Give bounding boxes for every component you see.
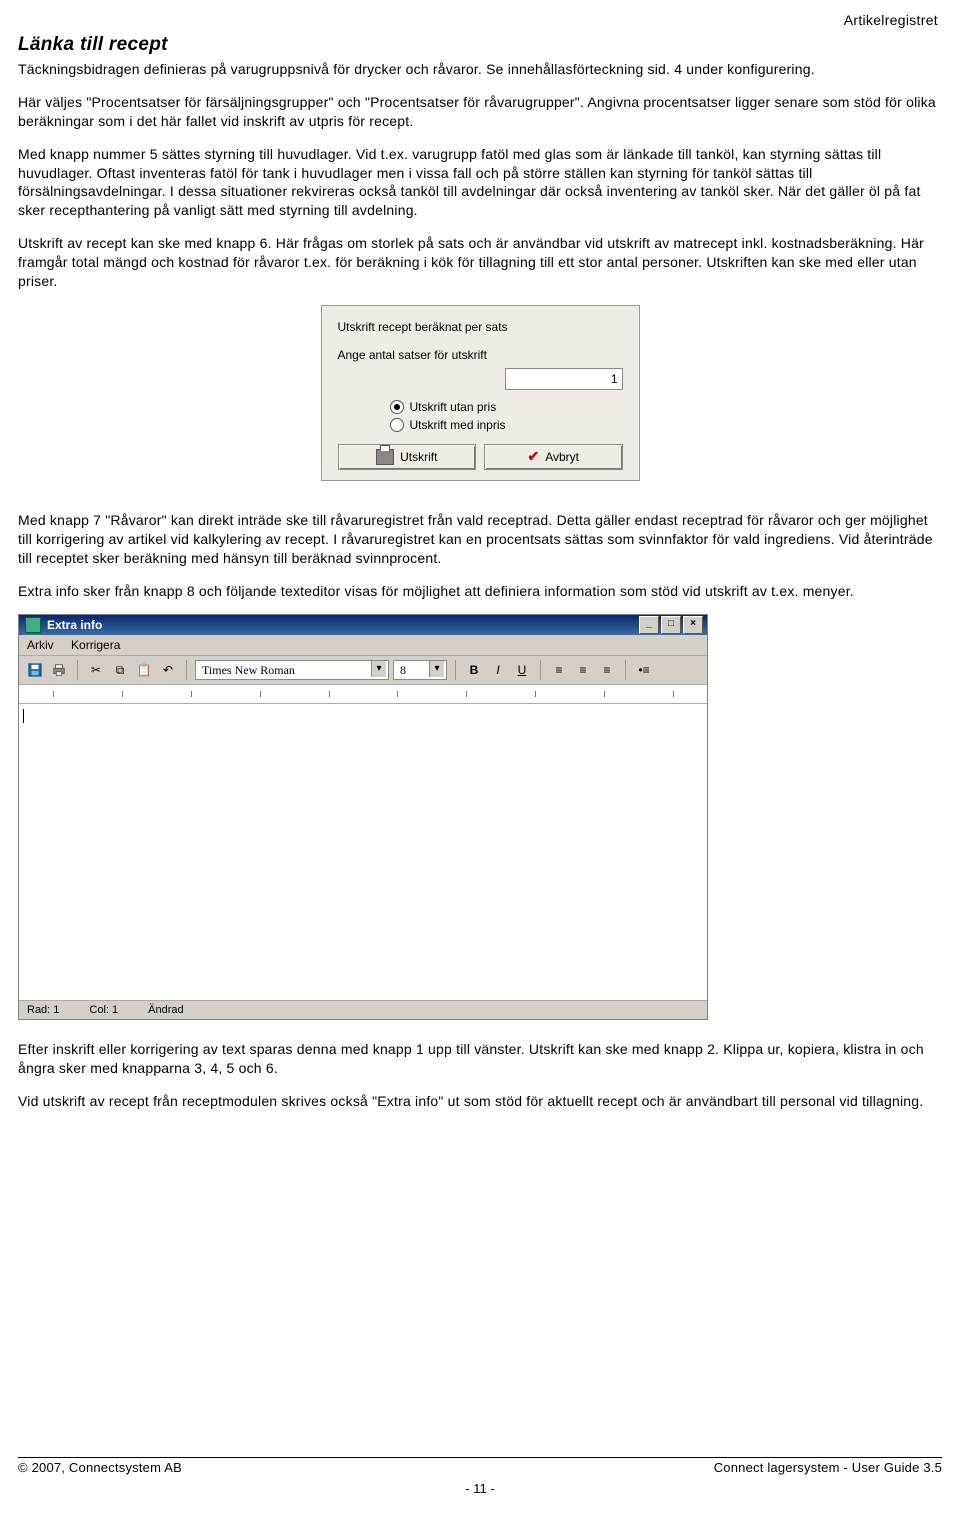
font-size-select[interactable]: 8 [393,660,447,680]
align-left-icon[interactable]: ≡ [549,660,569,680]
window-title: Extra info [47,618,102,632]
footer-page-number: - 11 - [18,1481,942,1496]
batch-count-input[interactable] [505,368,623,390]
printer-icon[interactable] [49,660,69,680]
window-titlebar: Extra info _ □ × [19,615,707,635]
page-header-right: Artikelregistret [18,12,938,28]
maximize-button[interactable]: □ [661,616,681,634]
paragraph: Vid utskrift av recept från receptmodule… [18,1092,942,1111]
minimize-button[interactable]: _ [639,616,659,634]
paragraph: Täckningsbidragen definieras på varugrup… [18,60,942,79]
undo-icon[interactable]: ↶ [158,660,178,680]
paragraph: Med knapp 7 "Råvaror" kan direkt inträde… [18,511,942,568]
section-title: Länka till recept [18,34,942,56]
toolbar-separator [186,660,187,680]
cancel-button[interactable]: ✔ Avbryt [484,444,623,470]
radio-icon [390,400,404,414]
paragraph: Här väljes "Procentsatser för färsäljnin… [18,93,942,131]
status-col: Col: 1 [89,1004,118,1016]
text-editor-area[interactable] [19,704,707,1000]
toolbar: ✂ ⧉ 📋 ↶ Times New Roman 8 B I U ≡ ≡ ≡ •≡ [19,656,707,685]
print-dialog: Utskrift recept beräknat per sats Ange a… [321,305,640,481]
button-label: Utskrift [400,450,437,464]
check-icon: ✔ [527,448,539,465]
copy-icon[interactable]: ⧉ [110,660,130,680]
menu-edit[interactable]: Korrigera [71,638,120,652]
radio-label: Utskrift med inpris [410,418,506,432]
app-icon [25,617,41,633]
dialog-prompt: Ange antal satser för utskrift [338,348,623,362]
paragraph: Extra info sker från knapp 8 och följand… [18,582,942,601]
status-row: Rad: 1 [27,1004,59,1016]
bullets-icon[interactable]: •≡ [634,660,654,680]
cut-icon[interactable]: ✂ [86,660,106,680]
button-label: Avbryt [545,450,579,464]
align-right-icon[interactable]: ≡ [597,660,617,680]
menu-file[interactable]: Arkiv [27,638,54,652]
save-icon[interactable] [25,660,45,680]
align-center-icon[interactable]: ≡ [573,660,593,680]
radio-label: Utskrift utan pris [410,400,497,414]
footer-copyright: © 2007, Connectsystem AB [18,1460,182,1475]
paragraph: Utskrift av recept kan ske med knapp 6. … [18,234,942,291]
toolbar-separator [625,660,626,680]
close-button[interactable]: × [683,616,703,634]
radio-icon [390,418,404,432]
dialog-title: Utskrift recept beräknat per sats [338,320,623,334]
print-button[interactable]: Utskrift [338,444,477,470]
italic-icon[interactable]: I [488,660,508,680]
paragraph: Efter inskrift eller korrigering av text… [18,1040,942,1078]
toolbar-separator [77,660,78,680]
status-bar: Rad: 1 Col: 1 Ändrad [19,1000,707,1019]
paragraph: Med knapp nummer 5 sättes styrning till … [18,145,942,221]
underline-icon[interactable]: U [512,660,532,680]
paste-icon[interactable]: 📋 [134,660,154,680]
radio-without-price[interactable]: Utskrift utan pris [390,400,623,414]
text-cursor [23,709,24,723]
printer-icon [376,449,394,465]
toolbar-separator [540,660,541,680]
font-family-select[interactable]: Times New Roman [195,660,389,680]
menu-bar: Arkiv Korrigera [19,635,707,656]
extra-info-window: Extra info _ □ × Arkiv Korrigera ✂ ⧉ 📋 ↶… [18,614,708,1020]
radio-with-price[interactable]: Utskrift med inpris [390,418,623,432]
footer-doc-title: Connect lagersystem - User Guide 3.5 [714,1460,942,1475]
bold-icon[interactable]: B [464,660,484,680]
toolbar-separator [455,660,456,680]
ruler [19,685,707,704]
status-modified: Ändrad [148,1004,183,1016]
page-footer: © 2007, Connectsystem AB Connect lagersy… [18,1457,942,1496]
